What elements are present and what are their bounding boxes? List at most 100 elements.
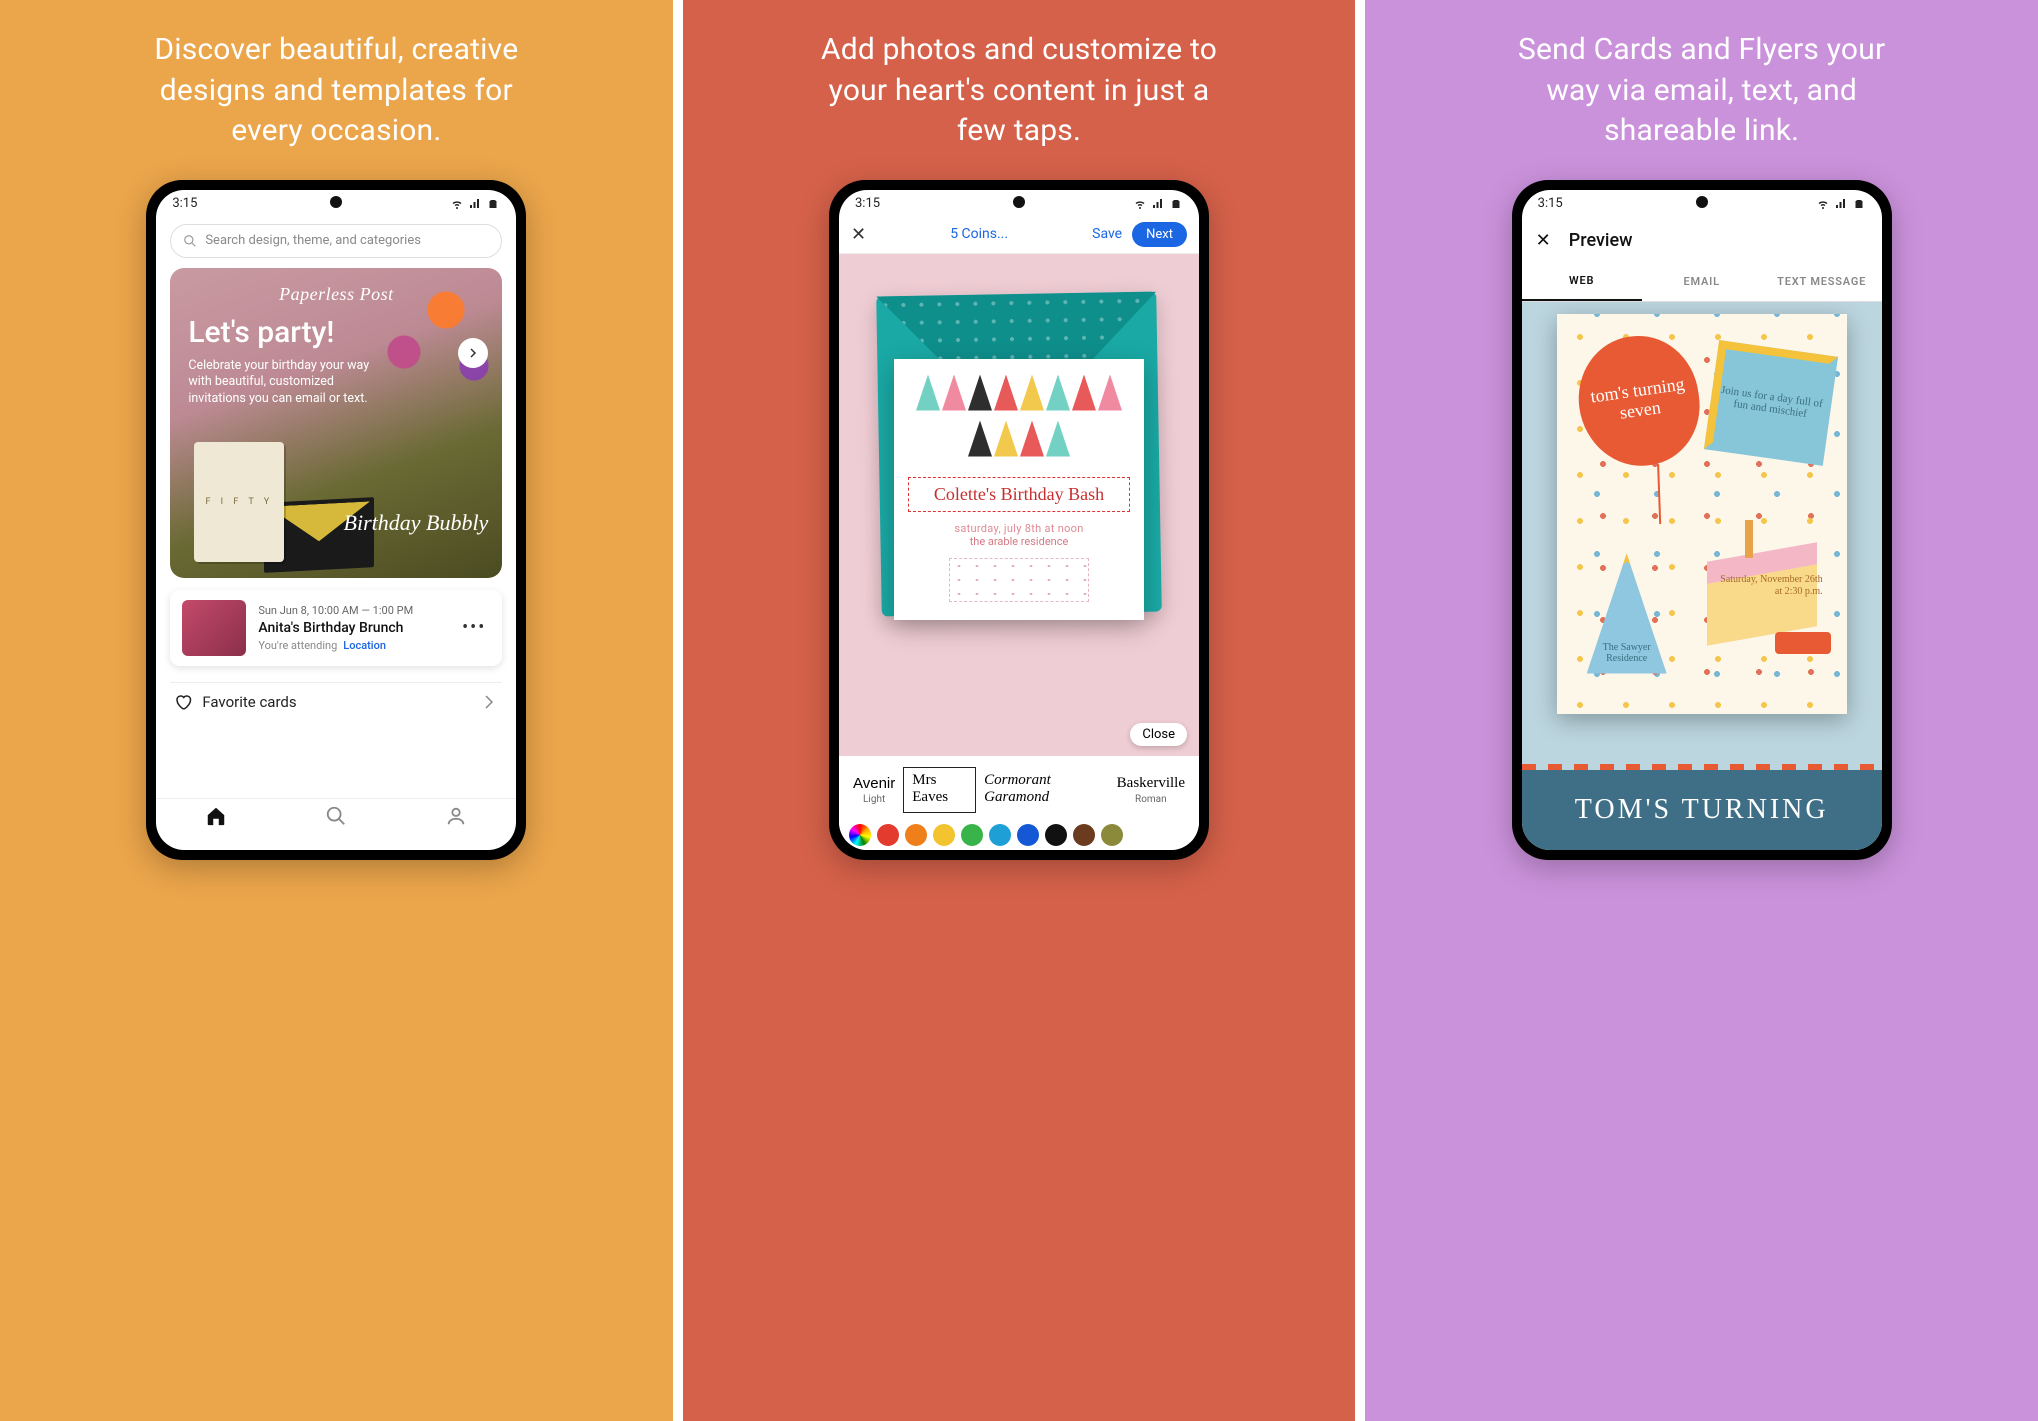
phone-mockup-2: 3:15 ✕ 5 Coins... Save Next (829, 180, 1209, 860)
party-hat-icon (994, 375, 1018, 411)
save-button[interactable]: Save (1092, 226, 1122, 242)
screen-1: 3:15 Search design, theme, and categorie… (156, 190, 516, 850)
signal-icon (468, 198, 482, 210)
coins-button[interactable]: 5 Coins... (950, 226, 1008, 242)
party-hats-art (908, 375, 1130, 465)
font-name: Cormorant Garamond (984, 772, 1101, 806)
status-icons (450, 198, 500, 210)
hero-subtitle: Celebrate your birthday your way with be… (188, 358, 388, 409)
color-swatch[interactable] (933, 824, 955, 846)
font-name: Avenir (853, 775, 895, 792)
font-name: Mrs Eaves (912, 772, 967, 806)
color-swatch[interactable] (849, 824, 871, 846)
search-placeholder: Search design, theme, and categories (205, 233, 421, 248)
party-hat-icon (1046, 421, 1070, 457)
font-option[interactable]: AvenirLight (845, 771, 903, 809)
panel-send: Send Cards and Flyers your way via email… (1365, 0, 2038, 1421)
balloon-text: tom's turning seven (1577, 373, 1701, 429)
card-title-field[interactable]: Colette's Birthday Bash (908, 477, 1130, 512)
preview-tab[interactable]: TEXT MESSAGE (1762, 264, 1882, 301)
wifi-icon (450, 198, 464, 210)
card-sub2[interactable]: the arable residence (908, 535, 1130, 548)
event-subrow: You're attending Location (258, 639, 446, 652)
camera-dot (330, 196, 342, 208)
card-face[interactable]: Colette's Birthday Bash saturday, july 8… (894, 359, 1144, 620)
preview-tab[interactable]: WEB (1522, 264, 1642, 301)
event-info: Sun Jun 8, 10:00 AM — 1:00 PM Anita's Bi… (258, 604, 446, 652)
cake-date: Saturday, November 26th (1720, 574, 1822, 586)
panel-discover: Discover beautiful, creative designs and… (0, 0, 673, 1421)
search-input[interactable]: Search design, theme, and categories (170, 224, 502, 258)
person-icon (445, 805, 467, 827)
color-swatch[interactable] (1017, 824, 1039, 846)
cake-info: Saturday, November 26th at 2:30 p.m. (1720, 574, 1822, 598)
tab-search[interactable] (325, 805, 347, 827)
party-hat-icon (968, 421, 992, 457)
party-hat-icon (994, 421, 1018, 457)
card-stars-field[interactable] (949, 558, 1089, 602)
hero-card[interactable]: Paperless Post Let's party! Celebrate yo… (170, 268, 502, 578)
chevron-right-icon (467, 347, 479, 359)
bottom-tabbar (156, 798, 516, 850)
close-button[interactable]: ✕ (1536, 230, 1551, 251)
next-button[interactable]: Next (1132, 222, 1187, 247)
event-attending: You're attending (258, 639, 337, 652)
hero-next-button[interactable] (458, 338, 488, 368)
font-name: Baskerville (1117, 775, 1185, 792)
color-swatch[interactable] (1101, 824, 1123, 846)
status-time: 3:15 (855, 196, 880, 211)
party-hat-icon (942, 375, 966, 411)
battery-icon (486, 198, 500, 210)
event-more-button[interactable]: ••• (458, 617, 490, 638)
tab-home[interactable] (205, 805, 227, 827)
preview-canvas[interactable]: tom's turning seven Join us for a day fu… (1522, 302, 1882, 850)
favorites-label: Favorite cards (202, 693, 296, 711)
camera-dot (1696, 196, 1708, 208)
hero-flowers-art (362, 268, 502, 408)
color-swatch[interactable] (1045, 824, 1067, 846)
cake-art: Saturday, November 26th at 2:30 p.m. (1707, 556, 1827, 666)
search-icon (183, 234, 197, 248)
font-option[interactable]: Cormorant Garamond (976, 768, 1109, 812)
color-picker (839, 820, 1199, 850)
close-editor-button[interactable]: Close (1130, 723, 1187, 746)
hero-fifty-label: F I F T Y (205, 497, 273, 507)
signal-icon (1834, 198, 1848, 210)
close-button[interactable]: ✕ (851, 224, 866, 245)
battery-icon (1852, 198, 1866, 210)
preview-card: tom's turning seven Join us for a day fu… (1557, 314, 1847, 714)
color-swatch[interactable] (1073, 824, 1095, 846)
color-swatch[interactable] (989, 824, 1011, 846)
color-swatch[interactable] (877, 824, 899, 846)
favorite-cards-row[interactable]: Favorite cards (170, 682, 502, 721)
wifi-icon (1133, 198, 1147, 210)
editor-header: ✕ 5 Coins... Save Next (839, 218, 1199, 254)
party-hat-icon (1020, 421, 1044, 457)
gift-art: Join us for a day full of fun and mischi… (1704, 340, 1838, 466)
marketing-panels: Discover beautiful, creative designs and… (0, 0, 2038, 1421)
party-hat-icon (916, 375, 940, 411)
color-swatch[interactable] (961, 824, 983, 846)
card-sub1[interactable]: saturday, july 8th at noon (908, 522, 1130, 535)
hat-text: The Sawyer Residence (1587, 642, 1667, 664)
phone-mockup-3: 3:15 ✕ Preview WEBEMAILTEXT MESSAGE (1512, 180, 1892, 860)
tab-profile[interactable] (445, 805, 467, 827)
font-option[interactable]: BaskervilleRoman (1109, 771, 1193, 809)
status-time: 3:15 (1538, 196, 1563, 211)
event-title: Anita's Birthday Brunch (258, 620, 446, 636)
preview-title-strip: TOM'S TURNING (1522, 770, 1882, 850)
event-location-link[interactable]: Location (343, 639, 386, 652)
wifi-icon (1816, 198, 1830, 210)
color-swatch[interactable] (905, 824, 927, 846)
heart-icon (174, 693, 192, 711)
preview-tab[interactable]: EMAIL (1642, 264, 1762, 301)
party-hat-icon (1098, 375, 1122, 411)
event-card[interactable]: Sun Jun 8, 10:00 AM — 1:00 PM Anita's Bi… (170, 590, 502, 666)
party-hat-icon (1046, 375, 1070, 411)
screen-2: 3:15 ✕ 5 Coins... Save Next (839, 190, 1199, 850)
font-option[interactable]: Mrs Eaves (903, 767, 976, 813)
search-icon (325, 805, 347, 827)
hero-bubbly-label: Birthday Bubbly (344, 512, 489, 534)
editor-canvas[interactable]: Colette's Birthday Bash saturday, july 8… (839, 254, 1199, 756)
cake-time: at 2:30 p.m. (1720, 586, 1822, 598)
